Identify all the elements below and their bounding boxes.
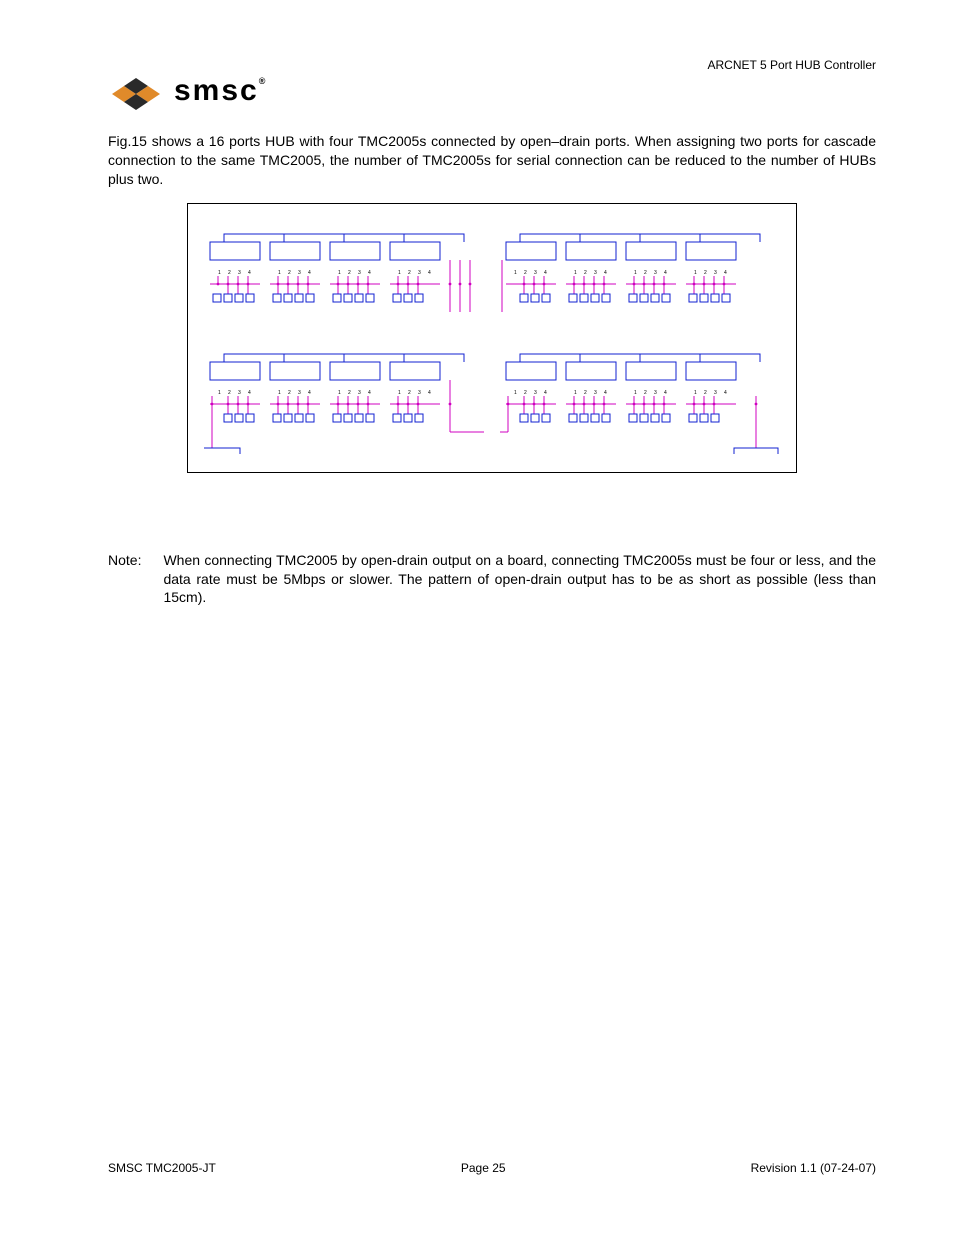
svg-text:2: 2 [644,390,647,396]
hub-block-bottom-right: 1 2 3 4 1 2 3 4 1 2 3 4 1 2 3 4 [500,344,780,454]
svg-text:3: 3 [534,390,537,396]
svg-text:4: 4 [544,270,547,276]
svg-text:1: 1 [338,270,341,276]
svg-text:4: 4 [308,270,311,276]
svg-text:4: 4 [308,390,311,396]
svg-text:1: 1 [218,390,221,396]
svg-text:3: 3 [238,390,241,396]
svg-text:2: 2 [348,390,351,396]
footer-right: Revision 1.1 (07-24-07) [751,1161,876,1175]
svg-text:2: 2 [408,390,411,396]
svg-text:2: 2 [408,270,411,276]
svg-text:2: 2 [524,270,527,276]
svg-text:1: 1 [218,270,221,276]
svg-text:4: 4 [428,390,431,396]
figure-15: 1 2 3 4 1 2 3 4 1 2 3 4 1 2 3 4 [187,203,797,473]
svg-text:3: 3 [358,270,361,276]
svg-text:4: 4 [664,390,667,396]
svg-text:3: 3 [298,390,301,396]
footer-center: Page 25 [461,1161,506,1175]
logo-mark-icon [108,72,164,110]
hub-block-top-left: 1 2 3 4 1 2 3 4 1 2 3 4 1 2 3 4 [204,224,484,324]
svg-text:4: 4 [604,270,607,276]
logo-text: smsc® [174,74,267,108]
svg-text:1: 1 [694,390,697,396]
hub-block-top-right: 1 2 3 4 1 2 3 4 1 2 3 4 1 2 3 4 [500,224,780,324]
svg-text:1: 1 [278,390,281,396]
svg-text:1: 1 [634,390,637,396]
page-footer: SMSC TMC2005-JT Page 25 Revision 1.1 (07… [108,1161,876,1175]
port-label-row: 1 2 3 4 1 2 3 4 1 2 3 4 1 2 3 4 [218,270,431,276]
hub-block-bottom-left: 1 2 3 4 1 2 3 4 1 2 3 4 1 2 3 4 [204,344,484,454]
svg-text:4: 4 [248,270,251,276]
note-label: Note: [108,551,141,608]
svg-text:2: 2 [288,390,291,396]
svg-text:3: 3 [654,390,657,396]
svg-text:4: 4 [544,390,547,396]
svg-text:2: 2 [288,270,291,276]
svg-text:2: 2 [644,270,647,276]
svg-text:3: 3 [358,390,361,396]
svg-text:1: 1 [574,270,577,276]
svg-text:3: 3 [298,270,301,276]
footer-left: SMSC TMC2005-JT [108,1161,216,1175]
svg-text:2: 2 [584,270,587,276]
note-text: When connecting TMC2005 by open-drain ou… [163,551,876,608]
svg-text:3: 3 [418,390,421,396]
svg-text:2: 2 [704,390,707,396]
svg-text:4: 4 [604,390,607,396]
body-paragraph: Fig.15 shows a 16 ports HUB with four TM… [108,132,876,189]
logo: smsc® [108,72,876,110]
svg-text:1: 1 [398,270,401,276]
svg-text:2: 2 [524,390,527,396]
svg-text:1: 1 [694,270,697,276]
registered-icon: ® [259,76,268,86]
svg-text:2: 2 [584,390,587,396]
svg-text:4: 4 [724,390,727,396]
svg-text:4: 4 [248,390,251,396]
note: Note: When connecting TMC2005 by open-dr… [108,551,876,608]
svg-text:3: 3 [418,270,421,276]
svg-text:4: 4 [368,270,371,276]
svg-text:3: 3 [714,390,717,396]
svg-text:2: 2 [228,270,231,276]
svg-text:4: 4 [428,270,431,276]
svg-text:1: 1 [634,270,637,276]
svg-text:3: 3 [654,270,657,276]
svg-text:1: 1 [278,270,281,276]
svg-text:1: 1 [338,390,341,396]
svg-text:1: 1 [514,270,517,276]
svg-text:1: 1 [514,390,517,396]
svg-text:4: 4 [664,270,667,276]
svg-text:2: 2 [228,390,231,396]
svg-text:2: 2 [704,270,707,276]
svg-text:1: 1 [574,390,577,396]
doc-title: ARCNET 5 Port HUB Controller [708,58,877,72]
svg-text:4: 4 [724,270,727,276]
svg-text:3: 3 [534,270,537,276]
svg-text:3: 3 [594,270,597,276]
svg-text:3: 3 [714,270,717,276]
svg-text:1: 1 [398,390,401,396]
svg-text:2: 2 [348,270,351,276]
svg-text:3: 3 [594,390,597,396]
svg-text:3: 3 [238,270,241,276]
svg-text:4: 4 [368,390,371,396]
